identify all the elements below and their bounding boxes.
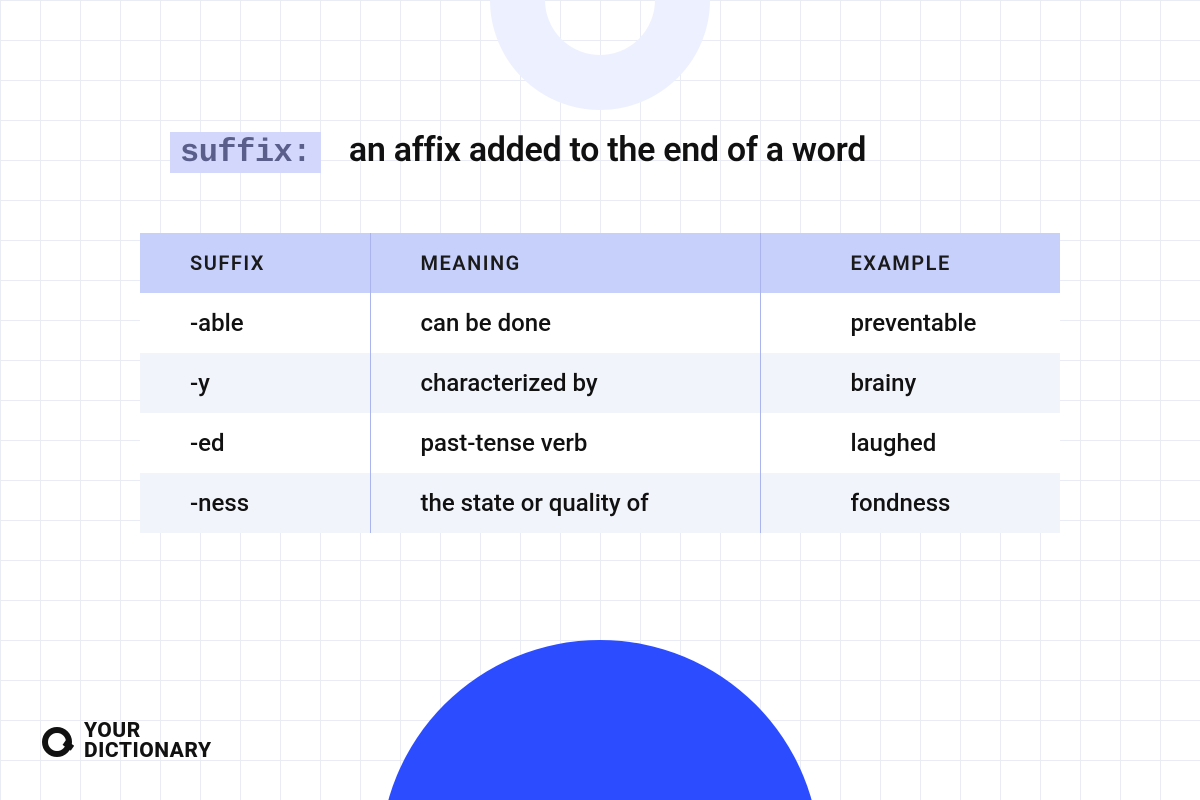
cell-suffix: -ness [140,473,370,533]
cell-meaning: can be done [370,293,760,353]
cell-suffix: -y [140,353,370,413]
table-row: -ness the state or quality of fondness [140,473,1060,533]
cell-example: preventable [760,293,1060,353]
cell-suffix: -ed [140,413,370,473]
table-header-row: SUFFIX MEANING EXAMPLE [140,233,1060,293]
logo-line2: DICTIONARY [84,742,212,762]
cell-example: fondness [760,473,1060,533]
cell-example: brainy [760,353,1060,413]
term-label: suffix: [170,132,321,173]
term-definition: an affix added to the end of a word [349,130,866,170]
table-row: -y characterized by brainy [140,353,1060,413]
cell-meaning: characterized by [370,353,760,413]
cell-meaning: past-tense verb [370,413,760,473]
cell-example: laughed [760,413,1060,473]
cell-meaning: the state or quality of [370,473,760,533]
logo-icon [40,725,74,759]
header-suffix: SUFFIX [140,233,370,293]
table-row: -ed past-tense verb laughed [140,413,1060,473]
definition-row: suffix: an affix added to the end of a w… [170,130,1060,173]
suffix-table: SUFFIX MEANING EXAMPLE -able can be done… [140,233,1060,533]
header-meaning: MEANING [370,233,760,293]
cell-suffix: -able [140,293,370,353]
header-example: EXAMPLE [760,233,1060,293]
brand-logo: YOUR DICTIONARY [40,722,212,762]
main-content: suffix: an affix added to the end of a w… [0,0,1200,533]
table-row: -able can be done preventable [140,293,1060,353]
logo-text: YOUR DICTIONARY [84,722,212,762]
